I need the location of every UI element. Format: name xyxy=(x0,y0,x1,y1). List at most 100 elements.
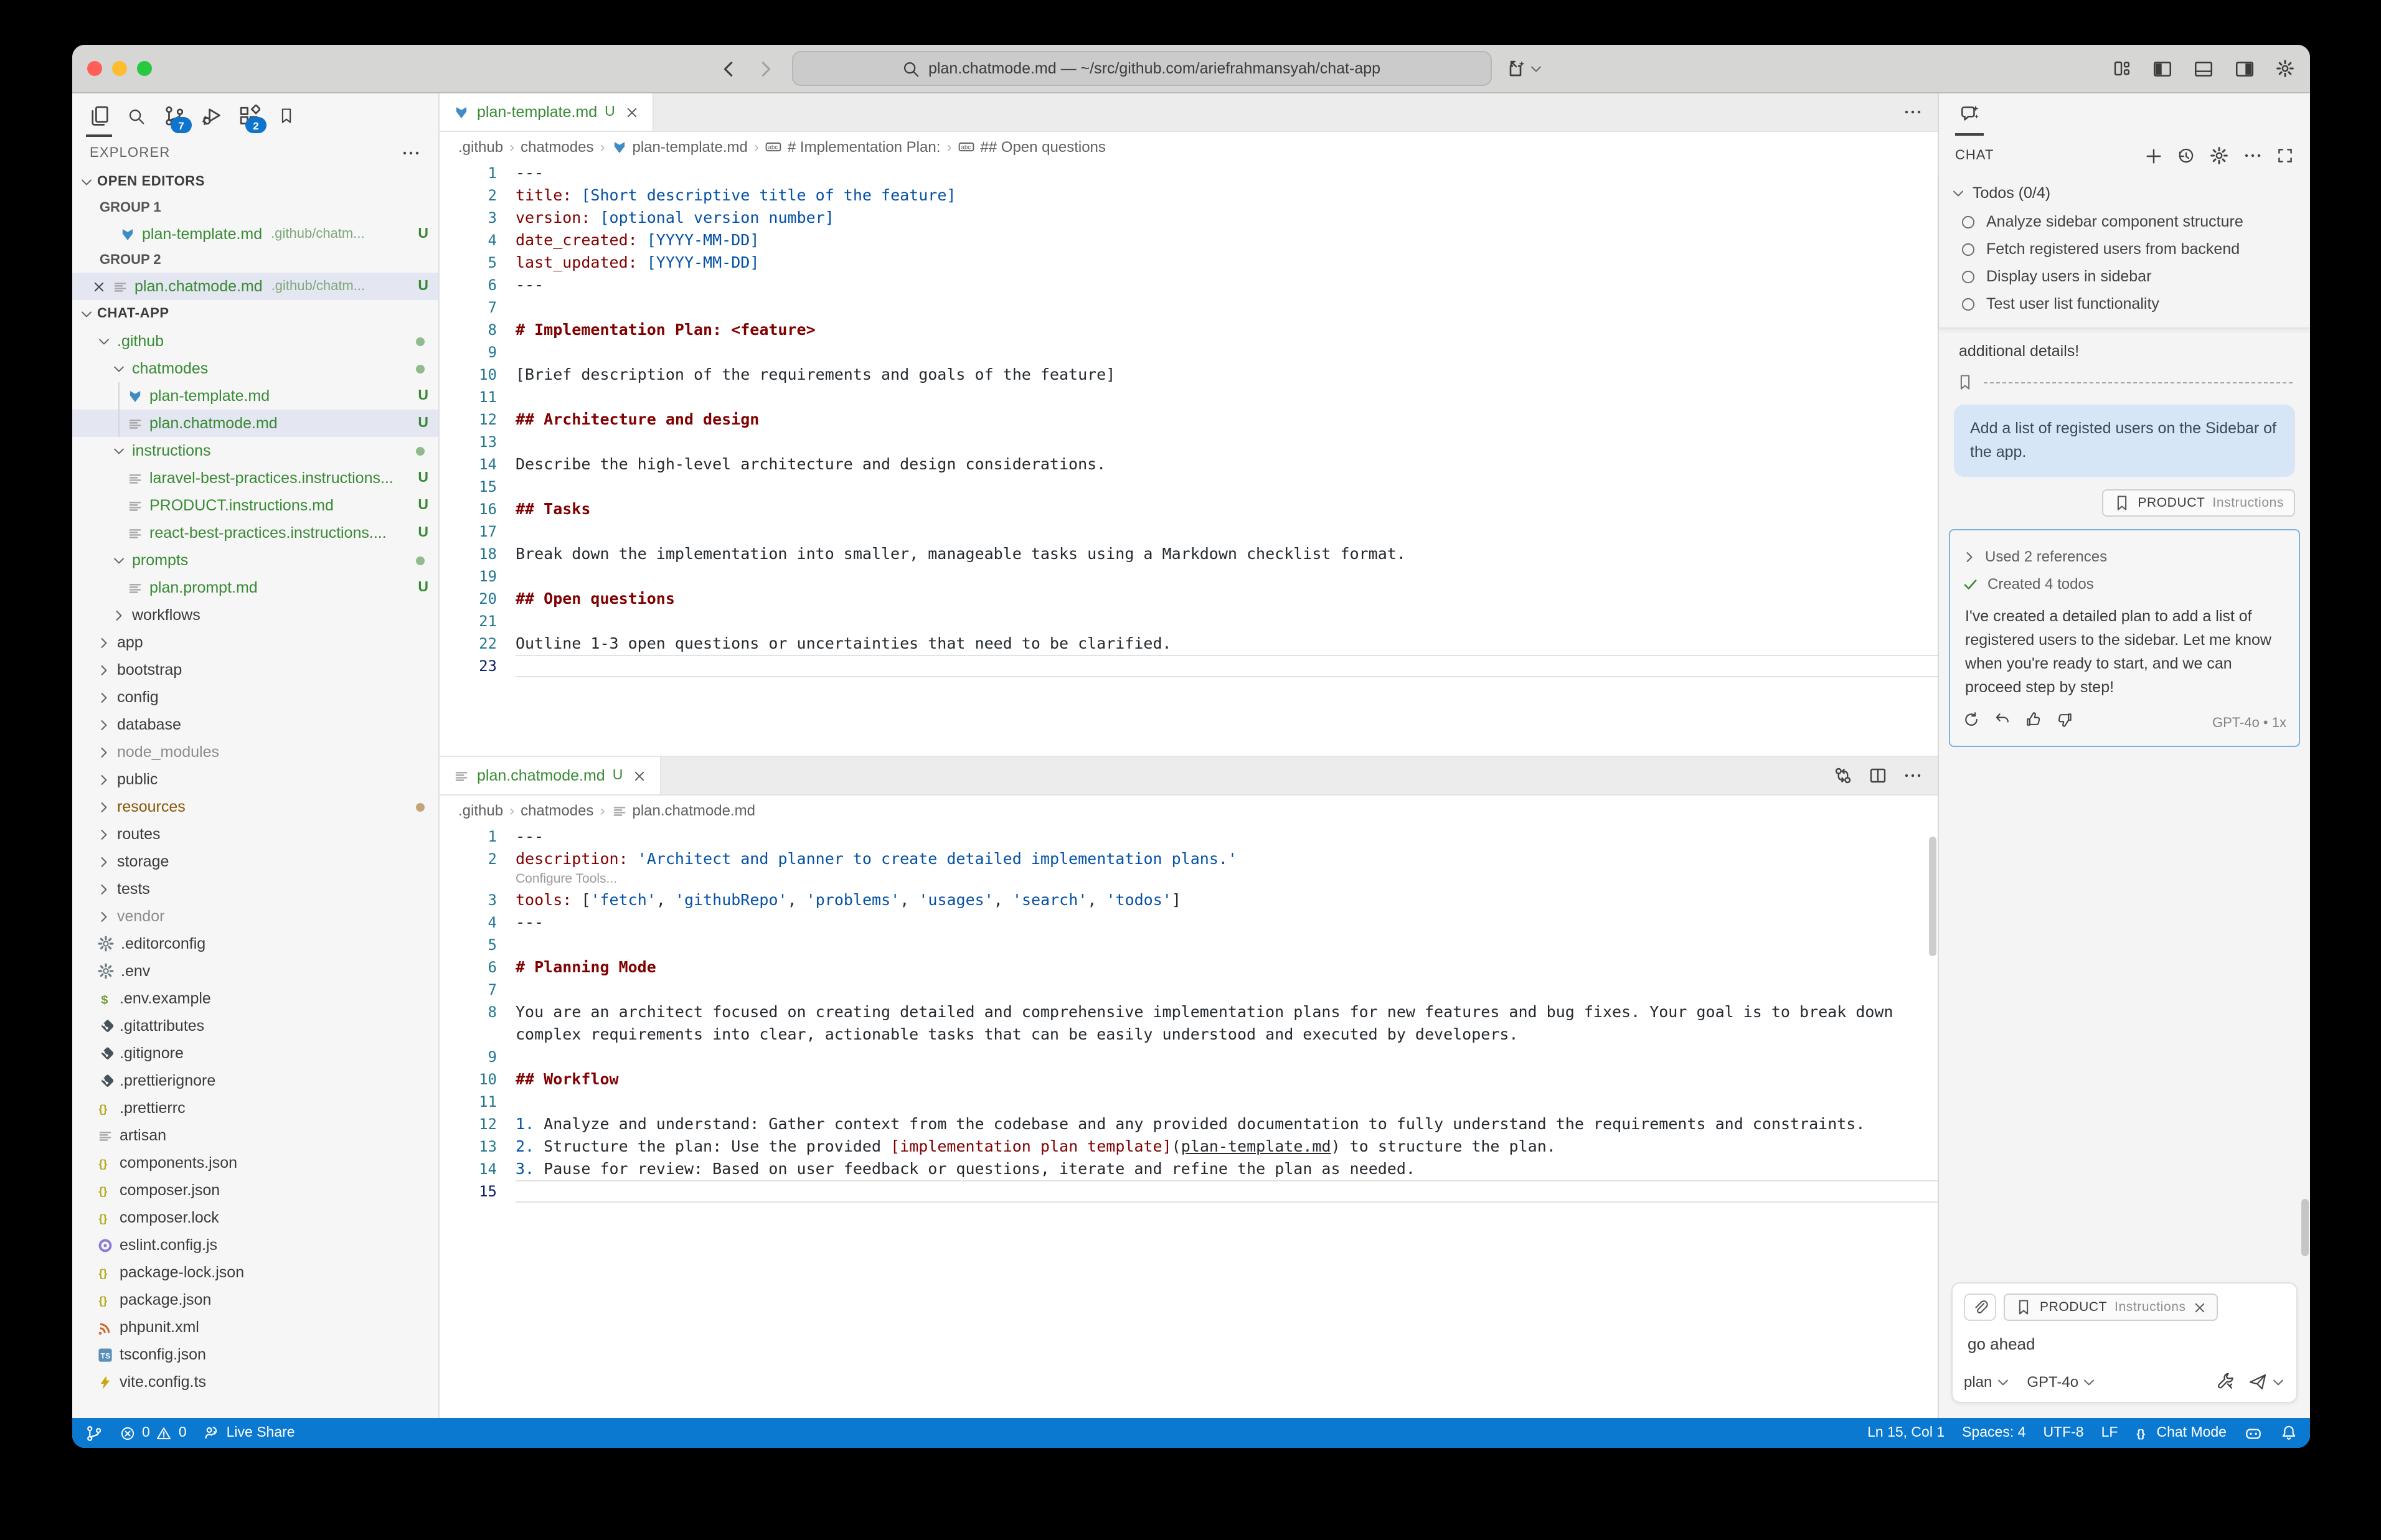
history-icon[interactable] xyxy=(2177,146,2195,165)
thumbs-up-icon[interactable] xyxy=(2025,711,2042,728)
copilot-icon[interactable] xyxy=(2244,1424,2263,1442)
activity-files-icon[interactable] xyxy=(82,95,116,137)
minimize-window-button[interactable] xyxy=(112,61,127,76)
tree-item[interactable]: resources xyxy=(72,793,438,820)
breadcrumb-segment[interactable]: chatmodes xyxy=(521,802,593,819)
tree-item[interactable]: vite.config.ts xyxy=(72,1368,438,1396)
tree-item[interactable]: bootstrap xyxy=(72,656,438,683)
tree-item[interactable]: {}composer.json xyxy=(72,1176,438,1204)
close-icon[interactable] xyxy=(633,769,646,782)
open-editor-item[interactable]: plan-template.md.github/chatm...U xyxy=(72,220,438,248)
tree-item[interactable]: $.env.example xyxy=(72,985,438,1012)
tab[interactable]: plan.chatmode.mdU xyxy=(440,757,661,794)
open-editor-item[interactable]: plan.chatmode.md.github/chatm...U xyxy=(72,273,438,300)
tree-item[interactable]: plan.chatmode.mdU xyxy=(72,410,438,437)
tree-item[interactable]: {}composer.lock xyxy=(72,1204,438,1231)
tree-item[interactable]: {}package-lock.json xyxy=(72,1259,438,1286)
window-share[interactable] xyxy=(1506,59,1542,78)
references-row[interactable]: Used 2 references xyxy=(1963,543,2286,570)
chat-input-card[interactable]: PRODUCT Instructions go ahead plan GPT-4… xyxy=(1951,1282,2298,1403)
tree-item[interactable]: plan.prompt.mdU xyxy=(72,574,438,601)
tree-item[interactable]: chatmodes xyxy=(72,355,438,382)
split-icon[interactable] xyxy=(1868,766,1888,786)
activity-source-control-icon[interactable]: 7 xyxy=(157,95,191,137)
tree-item[interactable]: prompts xyxy=(72,547,438,574)
todo-item[interactable]: Test user list functionality xyxy=(1939,290,2310,317)
editor-scrollbar[interactable] xyxy=(1929,837,1936,956)
code-editor[interactable]: 1---2title: [Short descriptive title of … xyxy=(440,162,1938,756)
tree-item[interactable]: TStsconfig.json xyxy=(72,1341,438,1368)
tab[interactable]: plan-template.mdU xyxy=(440,93,654,131)
tools-icon[interactable] xyxy=(2217,1373,2235,1391)
gear-icon[interactable] xyxy=(2209,146,2229,166)
open-editors-header[interactable]: OPEN EDITORS xyxy=(72,168,438,195)
bookmark-icon[interactable] xyxy=(1956,373,1974,391)
command-center[interactable]: plan.chatmode.md — ~/src/github.com/arie… xyxy=(791,51,1491,86)
expand-icon[interactable] xyxy=(2276,147,2294,164)
chat-input-text[interactable]: go ahead xyxy=(1964,1321,2285,1372)
refresh-icon[interactable] xyxy=(1963,711,1980,728)
activity-bookmark-icon[interactable] xyxy=(269,95,303,137)
remote-icon[interactable] xyxy=(85,1424,103,1442)
context-chip[interactable]: PRODUCT Instructions xyxy=(2101,489,2295,517)
cursor-position[interactable]: Ln 15, Col 1 xyxy=(1867,1425,1945,1440)
tree-item[interactable]: .github xyxy=(72,327,438,355)
breadcrumb[interactable]: .github›chatmodes›plan.chatmode.md xyxy=(440,796,1938,825)
tree-item[interactable]: public xyxy=(72,766,438,793)
forward-icon[interactable] xyxy=(755,59,774,78)
breadcrumb-segment[interactable]: .github xyxy=(458,138,503,156)
tree-item[interactable]: {}package.json xyxy=(72,1286,438,1313)
tree-item[interactable]: artisan xyxy=(72,1122,438,1149)
tree-item[interactable]: eslint.config.js xyxy=(72,1231,438,1259)
breadcrumb-segment[interactable]: abc# Implementation Plan: xyxy=(765,138,941,156)
maximize-window-button[interactable] xyxy=(137,61,152,76)
tree-item[interactable]: workflows xyxy=(72,601,438,629)
tree-item[interactable]: laravel-best-practices.instructions...U xyxy=(72,464,438,492)
close-icon[interactable] xyxy=(625,105,639,119)
gear-icon[interactable] xyxy=(2275,59,2295,78)
mode-picker[interactable]: plan xyxy=(1964,1373,2009,1391)
tree-item[interactable]: vendor xyxy=(72,903,438,930)
panel-bottom-icon[interactable] xyxy=(2193,58,2214,79)
tree-item[interactable]: .gitattributes xyxy=(72,1012,438,1040)
encoding[interactable]: UTF-8 xyxy=(2043,1425,2083,1440)
todo-item[interactable]: Analyze sidebar component structure xyxy=(1939,208,2310,235)
tree-item[interactable]: app xyxy=(72,629,438,656)
tree-item[interactable]: storage xyxy=(72,848,438,875)
more-icon[interactable] xyxy=(1903,102,1923,122)
chat-scrollbar[interactable] xyxy=(2301,1199,2309,1256)
breadcrumb-segment[interactable]: abc## Open questions xyxy=(958,138,1106,156)
breadcrumb-segment[interactable]: plan-template.md xyxy=(611,138,747,156)
todo-item[interactable]: Fetch registered users from backend xyxy=(1939,235,2310,263)
breadcrumb-segment[interactable]: chatmodes xyxy=(521,138,593,156)
back-icon[interactable] xyxy=(719,59,738,78)
todos-header[interactable]: Todos (0/4) xyxy=(1939,178,2310,208)
more-icon[interactable] xyxy=(401,143,421,163)
plus-icon[interactable] xyxy=(2144,146,2163,165)
send-button[interactable] xyxy=(2248,1372,2285,1392)
live-share-button[interactable]: Live Share xyxy=(203,1424,295,1442)
tree-item[interactable]: plan-template.mdU xyxy=(72,382,438,410)
breadcrumb-segment[interactable]: plan.chatmode.md xyxy=(611,802,755,819)
undo-icon[interactable] xyxy=(1994,711,2011,728)
window-share-icon[interactable] xyxy=(1506,59,1526,78)
tree-item[interactable]: config xyxy=(72,683,438,711)
chat-sparkle-icon[interactable] xyxy=(1955,96,1984,136)
more-icon[interactable] xyxy=(1903,766,1923,786)
panel-left-icon[interactable] xyxy=(2152,58,2173,79)
eol[interactable]: LF xyxy=(2101,1425,2118,1440)
bell-icon[interactable] xyxy=(2280,1424,2298,1442)
code-editor[interactable]: 1---2description: 'Architect and planner… xyxy=(440,825,1938,1418)
compare-icon[interactable] xyxy=(1833,766,1853,786)
customize-layout-icon[interactable] xyxy=(2112,59,2132,78)
tree-item[interactable]: .editorconfig xyxy=(72,930,438,957)
tree-item[interactable]: .gitignore xyxy=(72,1040,438,1067)
panel-right-icon[interactable] xyxy=(2234,58,2255,79)
input-context-chip[interactable]: PRODUCT Instructions xyxy=(2004,1294,2218,1321)
project-section-header[interactable]: CHAT-APP xyxy=(72,300,438,327)
tree-item[interactable]: routes xyxy=(72,820,438,848)
tree-item[interactable]: .prettierignore xyxy=(72,1067,438,1094)
tree-item[interactable]: react-best-practices.instructions....U xyxy=(72,519,438,547)
breadcrumb[interactable]: .github›chatmodes›plan-template.md›abc# … xyxy=(440,132,1938,162)
thumbs-down-icon[interactable] xyxy=(2056,711,2073,728)
